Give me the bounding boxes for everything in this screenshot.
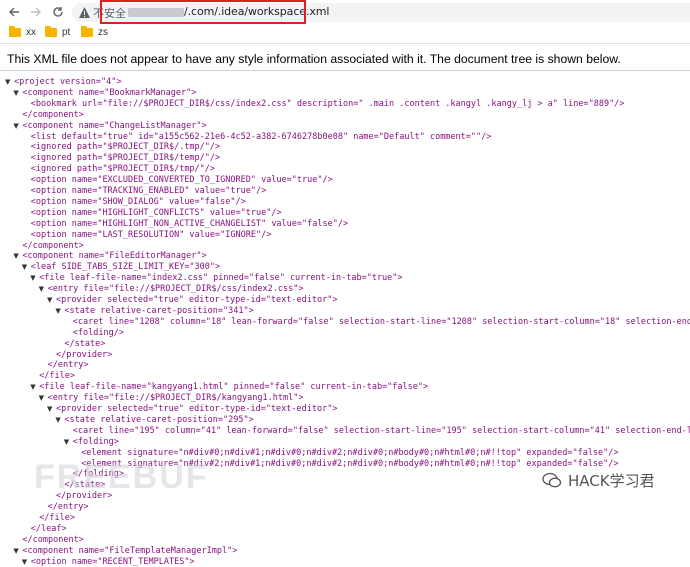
xml-line: <option name="LAST_RESOLUTION" value="IG… (30, 229, 272, 240)
xml-line: </component> (22, 109, 84, 120)
xml-line: <list default="true" id="a155c562-21e6-4… (30, 131, 492, 142)
xml-line: <provider selected="true" editor-type-id… (56, 404, 338, 414)
reload-icon (53, 7, 63, 17)
xml-line: <bookmark url="file://$PROJECT_DIR$/css/… (30, 98, 625, 109)
xml-line: <caret line="1208" column="18" lean-forw… (72, 316, 690, 327)
xml-line: <folding/> (72, 327, 124, 338)
collapse-toggle-icon[interactable]: ▼ (22, 557, 27, 567)
collapse-toggle-icon[interactable]: ▼ (39, 284, 44, 294)
xml-line: <component name="FileEditorManager"> (22, 251, 207, 262)
xml-line: <element signature="n#div#0;n#div#1;n#di… (81, 447, 619, 458)
collapse-toggle-icon[interactable]: ▼ (13, 251, 18, 261)
collapse-toggle-icon[interactable]: ▼ (47, 404, 52, 414)
folder-icon (81, 26, 93, 37)
collapse-toggle-icon[interactable]: ▼ (13, 88, 18, 98)
xml-line: <component name="ChangeListManager"> (22, 120, 207, 131)
arrow-left-icon (9, 7, 19, 17)
xml-line: <folding> (72, 436, 119, 447)
browser-toolbar: 不安全 /.com/.idea/workspace.xml (0, 0, 690, 24)
xml-line: <state relative-caret-position="341"> (64, 305, 254, 316)
collapse-toggle-icon[interactable]: ▼ (55, 415, 60, 425)
collapse-toggle-icon[interactable]: ▼ (13, 121, 18, 131)
collapse-toggle-icon[interactable]: ▼ (47, 295, 52, 305)
xml-line: <entry file="file://$PROJECT_DIR$/css/in… (47, 284, 304, 295)
back-button[interactable] (6, 4, 22, 20)
xml-line: <entry file="file://$PROJECT_DIR$/kangya… (47, 393, 304, 404)
xml-line: </component> (22, 240, 84, 251)
xml-line: </entry> (47, 502, 89, 513)
xml-line: </provider> (56, 349, 113, 360)
xml-line: <file leaf-file-name="kangyang1.html" pi… (39, 382, 429, 393)
freebuf-watermark: FREEBUF (34, 458, 209, 496)
collapse-toggle-icon[interactable]: ▼ (22, 262, 27, 272)
collapse-toggle-icon[interactable]: ▼ (30, 382, 35, 392)
collapse-toggle-icon[interactable]: ▼ (5, 77, 10, 87)
collapse-toggle-icon[interactable]: ▼ (13, 546, 18, 556)
xml-line: </leaf> (30, 523, 67, 534)
xml-line: <ignored path="$PROJECT_DIR$/tmp/"/> (30, 164, 216, 175)
bookmark-folder-zs[interactable]: zs (81, 26, 108, 38)
bookmark-label: xx (26, 27, 36, 38)
xml-line: </file> (39, 513, 76, 523)
collapse-toggle-icon[interactable]: ▼ (30, 273, 35, 283)
xml-line: <state relative-caret-position="295"> (64, 414, 254, 425)
xml-line: <leaf SIDE_TABS_SIZE_LIMIT_KEY="300"> (30, 262, 221, 273)
bookmark-folder-pt[interactable]: pt (45, 26, 71, 38)
collapse-toggle-icon[interactable]: ▼ (39, 393, 44, 403)
bookmarks-bar: xx pt zs (0, 24, 690, 44)
wechat-account-name: HACK学习君 (568, 472, 655, 490)
bookmark-label: zs (98, 27, 108, 38)
bookmark-folder-xx[interactable]: xx (9, 26, 36, 38)
xml-line: <ignored path="$PROJECT_DIR$/temp/"/> (30, 153, 221, 164)
xml-line: <option name="HIGHLIGHT_CONFLICTS" value… (30, 207, 282, 218)
xml-line: </entry> (47, 360, 89, 371)
xml-line: <option name="SHOW_DIALOG" value="false"… (30, 196, 246, 207)
url-highlight-box (100, 0, 306, 24)
wechat-watermark: HACK学习君 (542, 470, 655, 491)
bookmark-label: pt (62, 27, 71, 38)
forward-button[interactable] (28, 4, 44, 20)
xml-line: <file leaf-file-name="index2.css" pinned… (39, 273, 403, 284)
xml-line: <project version="4"> (14, 77, 122, 87)
wechat-icon (542, 472, 562, 488)
xml-line: <provider selected="true" editor-type-id… (56, 295, 338, 305)
arrow-right-icon (31, 7, 41, 17)
folder-icon (45, 26, 57, 37)
xml-line: <option name="RECENT_TEMPLATES"> (30, 556, 195, 567)
xml-line: <option name="HIGHLIGHT_NON_ACTIVE_CHANG… (30, 218, 349, 229)
xml-line: </state> (64, 338, 106, 349)
xml-line: <component name="FileTemplateManagerImpl… (22, 545, 238, 556)
divider (0, 70, 690, 71)
xml-line: </file> (39, 371, 76, 382)
xml-info-message: This XML file does not appear to have an… (7, 52, 621, 66)
reload-button[interactable] (50, 4, 66, 20)
xml-line: </component> (22, 534, 84, 545)
xml-line: <component name="BookmarkManager"> (22, 87, 197, 98)
xml-line: <ignored path="$PROJECT_DIR$/.tmp/"/> (30, 142, 221, 153)
warning-icon (79, 7, 90, 18)
collapse-toggle-icon[interactable]: ▼ (64, 437, 69, 447)
xml-line: <caret line="195" column="41" lean-forwa… (72, 425, 690, 436)
xml-line: <option name="EXCLUDED_CONVERTED_TO_IGNO… (30, 175, 333, 186)
xml-line: <option name="TRACKING_ENABLED" value="t… (30, 186, 267, 196)
collapse-toggle-icon[interactable]: ▼ (55, 306, 60, 316)
folder-icon (9, 26, 21, 37)
